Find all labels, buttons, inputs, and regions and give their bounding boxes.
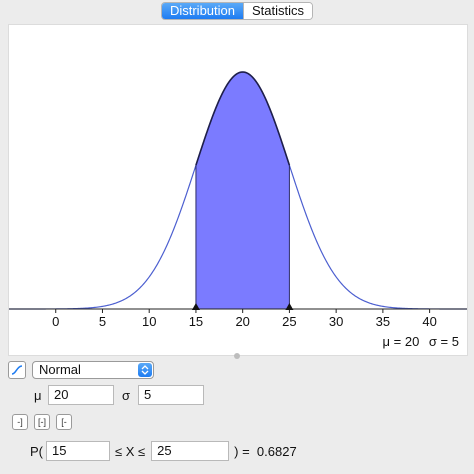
distribution-select-value: Normal [39, 362, 81, 377]
x-tick-label: 0 [52, 314, 59, 329]
distribution-row: Normal [8, 361, 154, 379]
x-tick-label: 10 [142, 314, 156, 329]
x-tick-label: 40 [422, 314, 436, 329]
parameter-row: μ 20 σ 5 [34, 385, 204, 405]
x-tick-label: 20 [235, 314, 249, 329]
parameter-readout: μ = 20 σ = 5 [377, 334, 459, 349]
lower-bound-input[interactable]: 15 [46, 441, 110, 461]
distribution-plot[interactable]: 0 5 10 15 20 25 30 35 40 μ = 20 σ = 5 [8, 24, 468, 356]
probability-prefix: P( [30, 443, 43, 459]
x-tick-label: 15 [189, 314, 203, 329]
tab-distribution[interactable]: Distribution [161, 3, 243, 19]
cdf-curve-icon [11, 365, 23, 375]
sigma-input[interactable]: 5 [138, 385, 204, 405]
sigma-readout: σ = 5 [428, 334, 459, 349]
splitter-handle[interactable] [234, 353, 240, 359]
mu-readout: μ = 20 [382, 334, 420, 349]
interval-button[interactable]: [-] [34, 414, 50, 430]
sigma-label: σ [122, 387, 131, 403]
x-tick-label: 25 [282, 314, 296, 329]
x-tick-label: 30 [329, 314, 343, 329]
inequality-label: ≤ X ≤ [115, 443, 146, 459]
select-chevron-icon [138, 363, 152, 377]
x-tick-label: 35 [376, 314, 390, 329]
right-sided-button[interactable]: [- [56, 414, 72, 430]
probability-result: ) = 0.6827 [234, 443, 297, 459]
segmented-control: Distribution Statistics [160, 2, 314, 20]
normal-curve-chart: 0 5 10 15 20 25 30 35 40 [9, 71, 467, 329]
shaded-probability-area [195, 72, 290, 309]
x-tick-label: 5 [99, 314, 106, 329]
view-tabs: Distribution Statistics [0, 0, 474, 22]
tab-statistics[interactable]: Statistics [243, 3, 313, 19]
distribution-select[interactable]: Normal [32, 361, 154, 379]
upper-bound-input[interactable]: 25 [151, 441, 230, 461]
left-sided-button[interactable]: -] [12, 414, 28, 430]
probability-row: P( 15 ≤ X ≤ 25 ) = 0.6827 [30, 441, 297, 461]
mu-input[interactable]: 20 [48, 385, 114, 405]
cumulative-toggle-button[interactable] [8, 361, 26, 379]
mu-label: μ [34, 387, 42, 403]
interval-type-buttons: -] [-] [- [12, 414, 78, 430]
